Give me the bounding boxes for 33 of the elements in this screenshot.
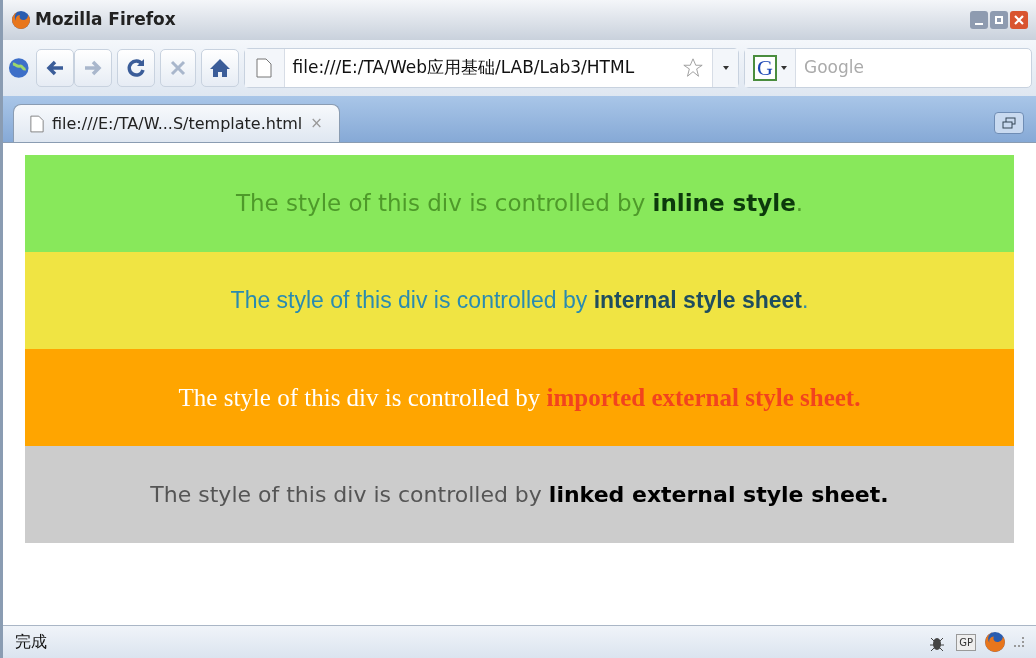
windows-icon xyxy=(1001,117,1017,129)
address-text: file:///E:/TA/Web应用基础/LAB/Lab3/HTML xyxy=(292,56,635,80)
minimize-button[interactable] xyxy=(970,11,988,29)
firefox-logo-icon xyxy=(11,10,31,30)
search-field[interactable]: Google xyxy=(796,55,1031,81)
home-icon xyxy=(208,57,231,79)
search-engine-logo[interactable]: G xyxy=(753,55,777,81)
window-title: Mozilla Firefox xyxy=(35,8,176,32)
page-icon xyxy=(256,58,272,78)
browser-tab[interactable]: file:///E:/TA/W...S/template.html × xyxy=(13,104,340,142)
gp-badge[interactable]: GP xyxy=(956,633,976,651)
div-text: The style of this div is controlled by internal style sheet. xyxy=(230,286,809,316)
search-box[interactable]: G Google xyxy=(744,48,1032,88)
close-x-icon xyxy=(1014,15,1024,25)
div-text: The style of this div is controlled by inline style. xyxy=(235,189,804,219)
dropdown-caret-icon[interactable] xyxy=(781,66,787,70)
close-button[interactable] xyxy=(1010,11,1028,29)
tab-list-button[interactable] xyxy=(994,112,1024,134)
div-text: The style of this div is controlled by imported external style sheet. xyxy=(178,382,861,413)
address-bar[interactable]: file:///E:/TA/Web应用基础/LAB/Lab3/HTML xyxy=(243,48,740,88)
div-text: The style of this div is controlled by linked external style sheet. xyxy=(150,481,889,509)
maximize-button[interactable] xyxy=(990,11,1008,29)
resize-grip-icon[interactable] xyxy=(1014,637,1024,647)
globe-icon xyxy=(7,56,31,80)
back-button[interactable] xyxy=(35,49,74,87)
page-icon xyxy=(30,114,44,133)
reload-button[interactable] xyxy=(116,49,155,87)
status-text: 完成 xyxy=(15,631,47,653)
star-icon[interactable] xyxy=(682,57,705,79)
home-button[interactable] xyxy=(200,49,239,87)
dropdown-caret-icon[interactable] xyxy=(722,66,729,70)
firefox-logo-icon xyxy=(984,631,1006,653)
tab-title: file:///E:/TA/W...S/template.html xyxy=(52,112,303,135)
